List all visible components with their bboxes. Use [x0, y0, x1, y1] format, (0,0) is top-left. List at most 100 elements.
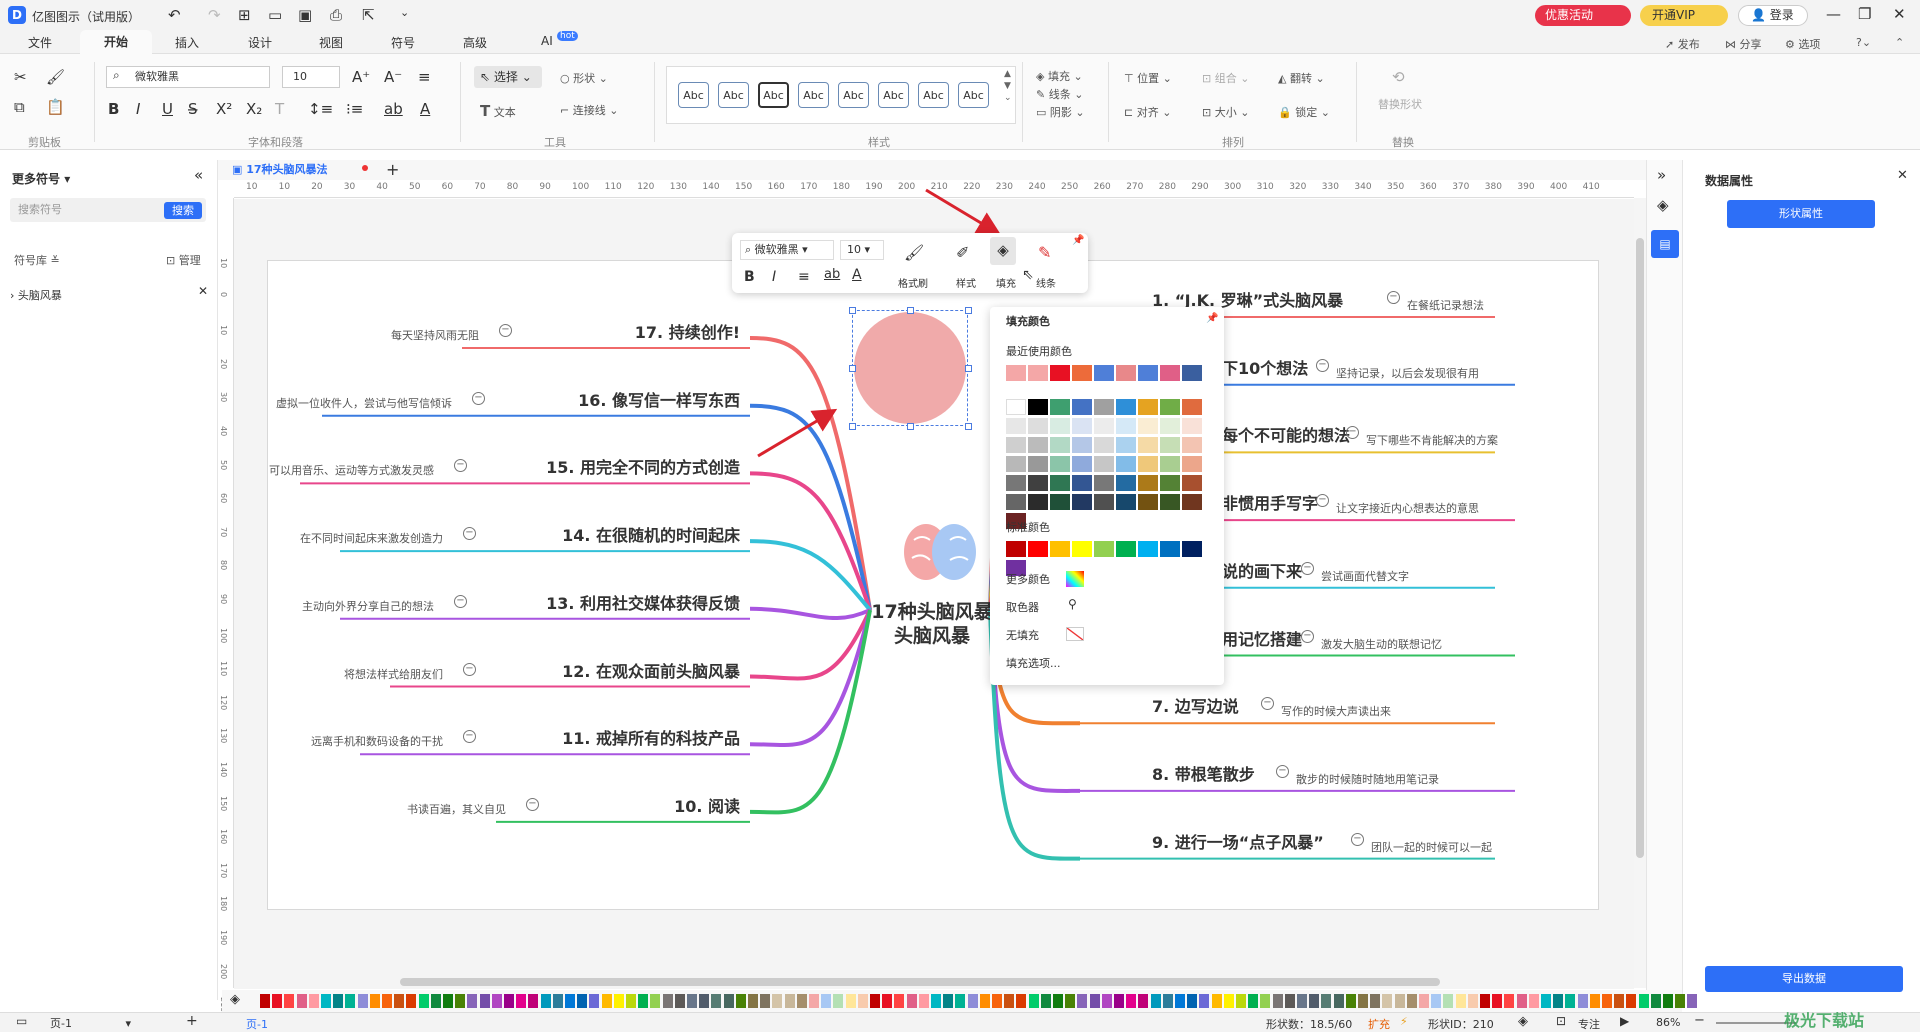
theme-color-swatch[interactable] [1072, 494, 1092, 510]
palette-swatch[interactable] [1016, 994, 1027, 1008]
palette-swatch[interactable] [467, 994, 478, 1008]
palette-swatch[interactable] [687, 994, 697, 1008]
palette-swatch[interactable] [1199, 994, 1210, 1008]
palette-swatch[interactable] [1321, 994, 1332, 1008]
palette-swatch[interactable] [1040, 994, 1051, 1008]
theme-color-swatch[interactable] [1116, 456, 1136, 472]
palette-swatch[interactable] [1114, 994, 1124, 1008]
add-page-icon[interactable]: + [186, 1013, 198, 1029]
palette-swatch[interactable] [992, 994, 1002, 1008]
palette-swatch[interactable] [955, 994, 966, 1008]
recent-color-swatch[interactable] [1116, 365, 1136, 381]
palette-swatch[interactable] [613, 994, 624, 1008]
theme-color-swatch[interactable] [1050, 494, 1070, 510]
palette-swatch[interactable] [1187, 994, 1198, 1008]
palette-swatch[interactable] [443, 994, 453, 1008]
palette-swatch[interactable] [357, 994, 368, 1008]
palette-swatch[interactable] [394, 994, 405, 1008]
theme-color-swatch[interactable] [1072, 456, 1092, 472]
palette-swatch[interactable] [1004, 994, 1015, 1008]
float-style-icon[interactable]: ✐ [956, 243, 969, 262]
palette-swatch[interactable] [1541, 994, 1551, 1008]
palette-swatch[interactable] [979, 994, 990, 1008]
palette-swatch[interactable] [772, 994, 783, 1008]
zoom-out-icon[interactable]: − [1694, 1013, 1705, 1028]
theme-color-swatch[interactable] [1138, 494, 1158, 510]
palette-swatch[interactable] [272, 994, 283, 1008]
theme-color-swatch[interactable] [1028, 494, 1048, 510]
palette-swatch[interactable] [296, 994, 307, 1008]
palette-swatch[interactable] [1248, 994, 1259, 1008]
shape-properties-button[interactable]: 形状属性 [1727, 200, 1875, 228]
recent-color-swatch[interactable] [1160, 365, 1180, 381]
palette-swatch[interactable] [321, 994, 331, 1008]
palette-swatch[interactable] [333, 994, 344, 1008]
palette-swatch[interactable] [1480, 994, 1490, 1008]
palette-swatch[interactable] [1650, 994, 1661, 1008]
palette-swatch[interactable] [455, 994, 466, 1008]
palette-swatch[interactable] [1358, 994, 1368, 1008]
palette-swatch[interactable] [1309, 994, 1320, 1008]
float-font-color-icon[interactable]: A [852, 267, 862, 283]
theme-color-swatch[interactable] [1160, 437, 1180, 453]
data-panel-icon[interactable]: ▤ [1651, 230, 1679, 258]
palette-swatch[interactable] [1626, 994, 1637, 1008]
palette-swatch[interactable] [577, 994, 588, 1008]
recent-color-swatch[interactable] [1028, 365, 1048, 381]
recent-color-swatch[interactable] [1094, 365, 1114, 381]
palette-swatch[interactable] [1065, 994, 1076, 1008]
palette-swatch[interactable] [589, 994, 600, 1008]
theme-color-swatch[interactable] [1182, 456, 1202, 472]
palette-swatch[interactable] [1126, 994, 1137, 1008]
no-fill-item[interactable]: 无填充 [1006, 627, 1039, 643]
theme-color-swatch[interactable] [1006, 399, 1026, 415]
standard-color-swatch[interactable] [1160, 541, 1180, 557]
theme-color-swatch[interactable] [1160, 418, 1180, 434]
theme-color-swatch[interactable] [1006, 475, 1026, 491]
palette-swatch[interactable] [809, 994, 819, 1008]
palette-swatch[interactable] [1053, 994, 1063, 1008]
palette-swatch[interactable] [894, 994, 905, 1008]
page-select[interactable]: 页-1 ▾ [50, 1015, 160, 1031]
standard-color-swatch[interactable] [1182, 541, 1202, 557]
palette-swatch[interactable] [528, 994, 539, 1008]
theme-color-swatch[interactable] [1116, 399, 1136, 415]
palette-swatch[interactable] [479, 994, 490, 1008]
standard-color-swatch[interactable] [1072, 541, 1092, 557]
palette-swatch[interactable] [1431, 994, 1442, 1008]
theme-color-swatch[interactable] [1028, 399, 1048, 415]
palette-swatch[interactable] [1272, 994, 1283, 1008]
play-icon[interactable]: ▶ [1620, 1014, 1629, 1028]
palette-swatch[interactable] [1638, 994, 1649, 1008]
recent-color-swatch[interactable] [1182, 365, 1202, 381]
palette-swatch[interactable] [516, 994, 527, 1008]
palette-swatch[interactable] [382, 994, 392, 1008]
palette-swatch[interactable] [857, 994, 868, 1008]
palette-swatch[interactable] [1297, 994, 1307, 1008]
theme-color-swatch[interactable] [1072, 475, 1092, 491]
palette-swatch[interactable] [1260, 994, 1271, 1008]
palette-swatch[interactable] [601, 994, 612, 1008]
palette-swatch[interactable] [882, 994, 893, 1008]
palette-swatch[interactable] [430, 994, 441, 1008]
float-format-brush-label[interactable]: 格式刷 [898, 275, 928, 290]
palette-swatch[interactable] [1077, 994, 1088, 1008]
palette-swatch[interactable] [674, 994, 685, 1008]
palette-swatch[interactable] [1236, 994, 1246, 1008]
palette-swatch[interactable] [284, 994, 295, 1008]
theme-color-swatch[interactable] [1050, 418, 1070, 434]
palette-swatch[interactable] [650, 994, 661, 1008]
more-colors-item[interactable]: 更多颜色 [1006, 571, 1050, 587]
palette-swatch[interactable] [540, 994, 551, 1008]
theme-color-swatch[interactable] [1160, 475, 1180, 491]
pin-menu-icon[interactable]: 📌 [1206, 313, 1218, 324]
theme-color-swatch[interactable] [1182, 475, 1202, 491]
palette-swatch[interactable] [406, 994, 417, 1008]
palette-swatch[interactable] [1687, 994, 1698, 1008]
palette-swatch[interactable] [1492, 994, 1503, 1008]
palette-swatch[interactable] [870, 994, 880, 1008]
palette-swatch[interactable] [1553, 994, 1564, 1008]
palette-swatch[interactable] [1028, 994, 1039, 1008]
palette-swatch[interactable] [1382, 994, 1393, 1008]
palette-swatch[interactable] [1223, 994, 1234, 1008]
